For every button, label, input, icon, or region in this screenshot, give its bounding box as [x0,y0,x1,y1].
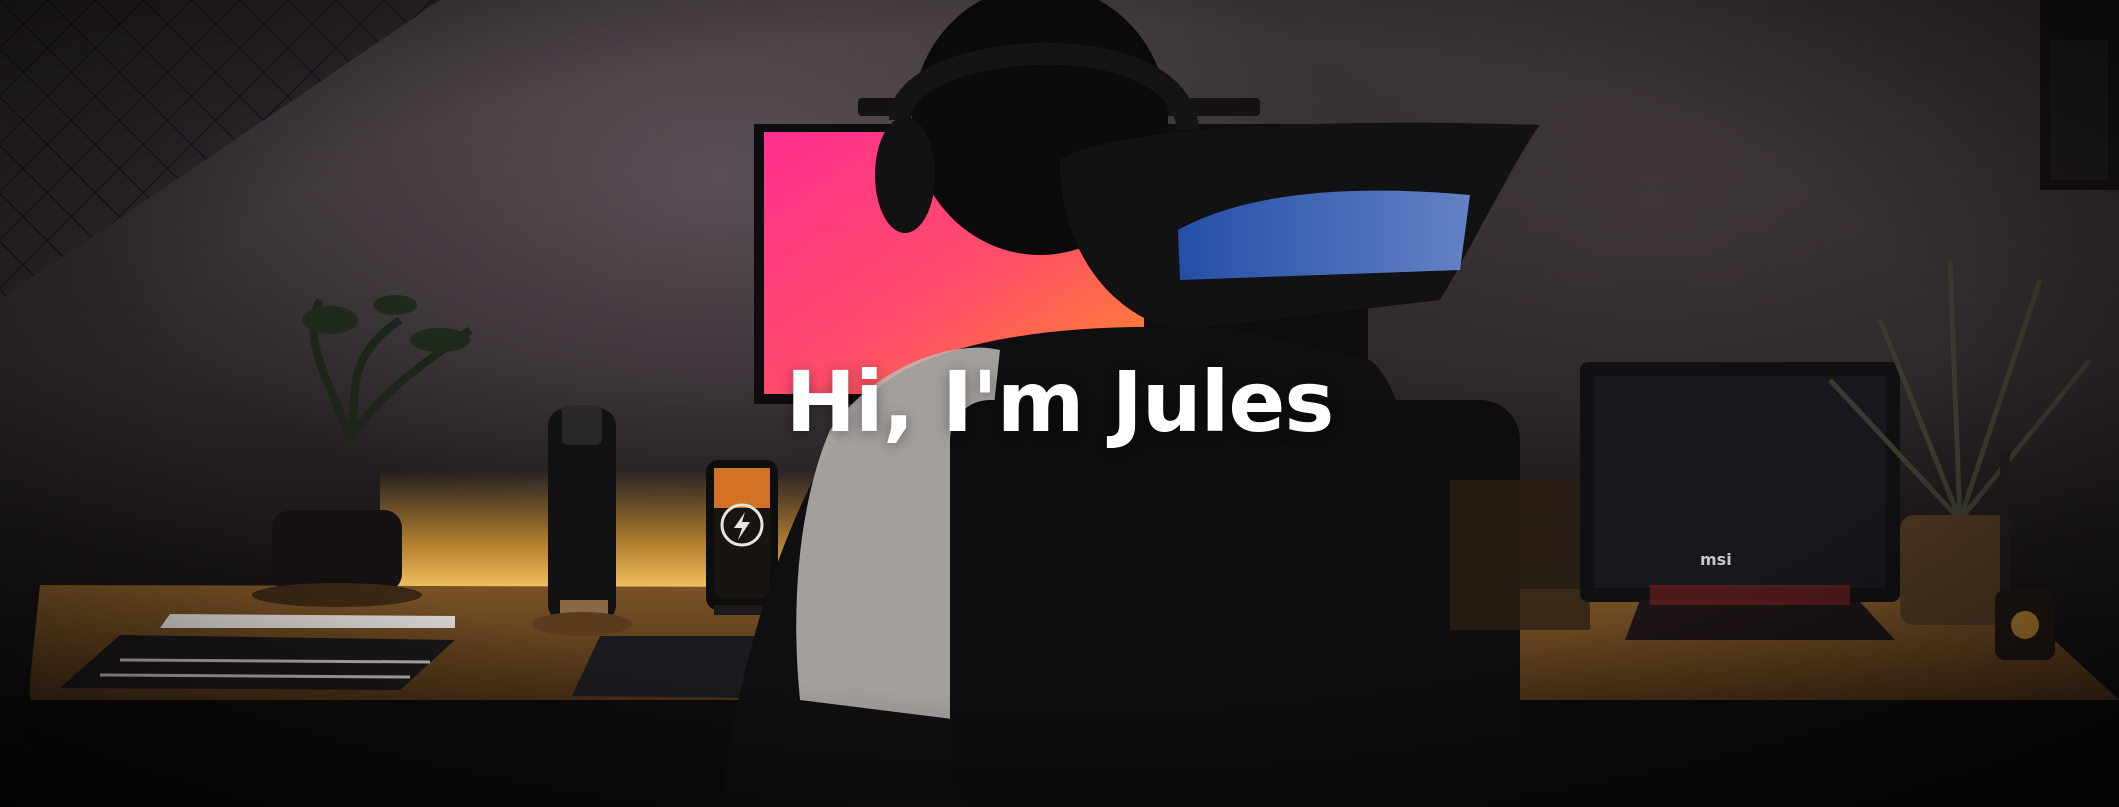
hero-title: Hi, I'm Jules [785,353,1335,451]
hero-section: msi Hi, I'm Jules [0,0,2119,807]
